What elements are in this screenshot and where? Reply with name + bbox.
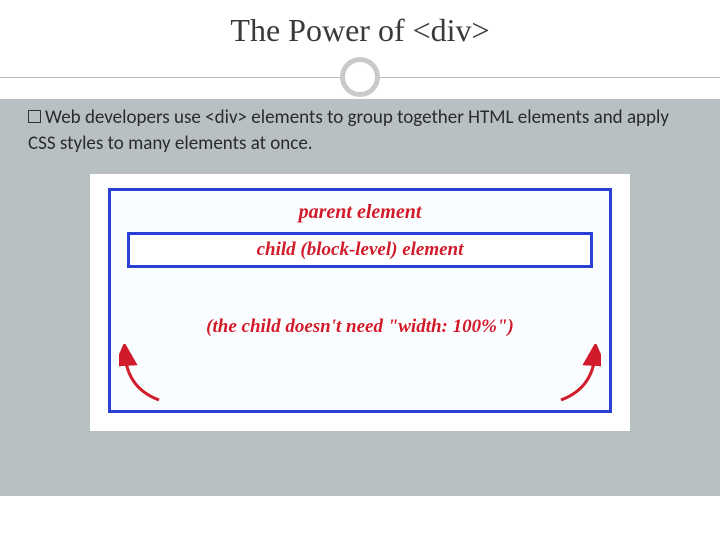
diagram-container: parent element child (block-level) eleme… [90, 174, 630, 431]
slide: The Power of <div> Web developers use <d… [0, 0, 720, 540]
body-area: Web developers use <div> elements to gro… [0, 99, 720, 496]
body-text-content: Web developers use <div> elements to gro… [28, 106, 669, 155]
title-area: The Power of <div> [0, 0, 720, 99]
slide-title: The Power of <div> [0, 12, 720, 49]
body-paragraph: Web developers use <div> elements to gro… [28, 105, 692, 156]
square-bullet-icon [28, 110, 41, 123]
arrow-right-icon [541, 344, 601, 404]
child-element-box: child (block-level) element [127, 232, 593, 268]
circle-ornament-icon [340, 57, 380, 97]
diagram-caption: (the child doesn't need "width: 100%") [127, 316, 593, 338]
parent-label: parent element [127, 201, 593, 224]
parent-element-box: parent element child (block-level) eleme… [108, 188, 612, 413]
footer-area [0, 496, 720, 540]
title-divider [0, 59, 720, 99]
arrow-left-icon [119, 344, 179, 404]
